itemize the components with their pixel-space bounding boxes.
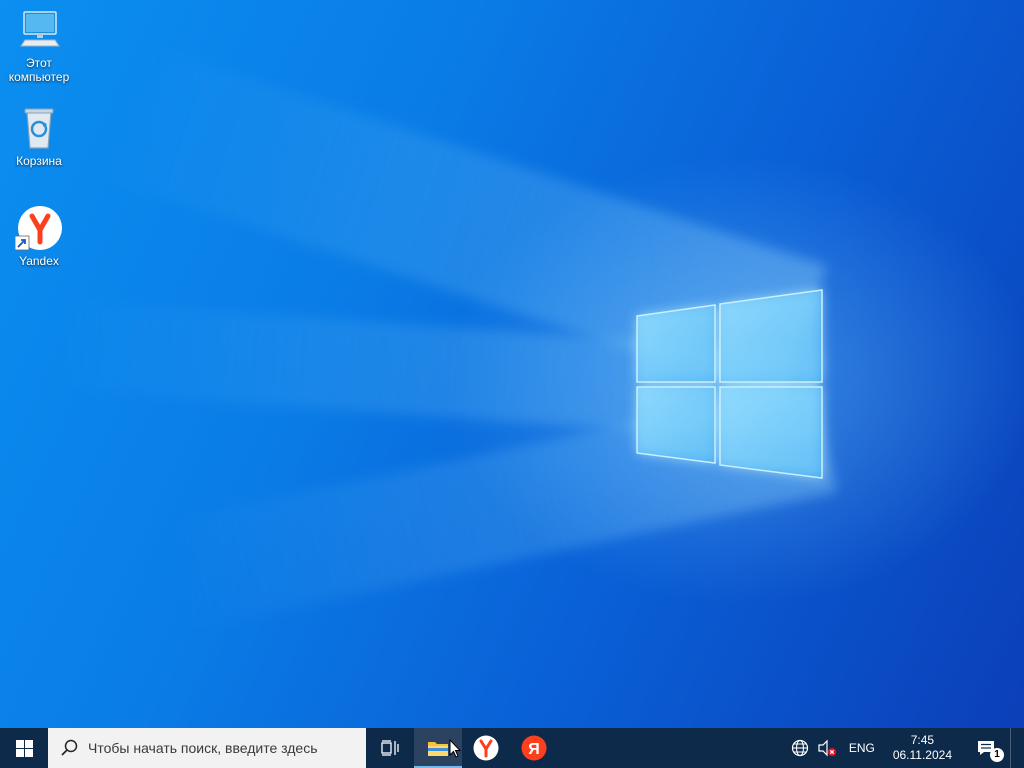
show-desktop-button[interactable] (1010, 728, 1024, 768)
recycle-bin-icon (15, 104, 63, 152)
clock[interactable]: 7:45 06.11.2024 (883, 728, 962, 768)
desktop[interactable]: Этот компьютер Корзина Yandex (0, 0, 1024, 728)
svg-text:Я: Я (528, 741, 540, 758)
language-indicator[interactable]: ENG (841, 728, 883, 768)
system-tray: ENG 7:45 06.11.2024 1 (787, 728, 1024, 768)
task-view-button[interactable] (366, 728, 414, 768)
desktop-icon-label: Этот компьютер (8, 56, 70, 84)
mouse-cursor-icon (449, 739, 461, 758)
search-placeholder: Чтобы начать поиск, введите здесь (88, 740, 318, 756)
volume-button[interactable] (813, 728, 841, 768)
taskbar-app-yandex-browser[interactable] (462, 728, 510, 768)
desktop-icon-yandex[interactable]: Yandex (0, 204, 78, 268)
speaker-muted-icon (818, 739, 836, 757)
computer-icon (15, 6, 63, 54)
globe-icon (791, 739, 808, 757)
yandex-letter-icon: Я (521, 735, 547, 761)
desktop-icon-this-pc[interactable]: Этот компьютер (0, 6, 78, 84)
notification-count-badge: 1 (990, 748, 1004, 762)
task-view-icon (381, 740, 399, 756)
windows-logo-wallpaper (636, 289, 823, 479)
search-icon (61, 739, 78, 756)
yandex-browser-icon (14, 204, 63, 252)
taskbar-app-yandex[interactable]: Я (510, 728, 558, 768)
clock-time: 7:45 (910, 733, 935, 747)
action-center-button[interactable]: 1 (962, 728, 1010, 768)
network-button[interactable] (787, 728, 813, 768)
folder-icon (428, 742, 448, 756)
yandex-browser-icon (473, 735, 499, 761)
clock-date: 06.11.2024 (892, 748, 952, 762)
windows-logo-icon (15, 739, 33, 757)
taskbar: Чтобы начать поиск, введите здесь Я ENG … (0, 728, 1024, 768)
desktop-icon-label: Корзина (16, 154, 62, 168)
search-input[interactable]: Чтобы начать поиск, введите здесь (48, 728, 366, 768)
start-button[interactable] (0, 728, 48, 768)
desktop-icon-label: Yandex (19, 254, 59, 268)
desktop-icon-recycle-bin[interactable]: Корзина (0, 104, 78, 168)
